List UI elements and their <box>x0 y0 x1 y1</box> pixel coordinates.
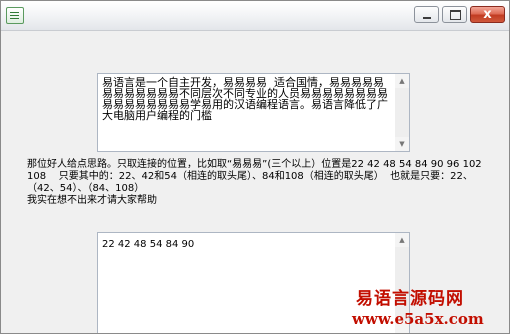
source-text: 易语言是一个自主开发，易易易易 适合国情，易易易易易易易易易易易易不同层次不同专… <box>102 76 388 122</box>
close-icon: x <box>483 7 492 22</box>
scroll-down-arrow-icon[interactable]: ▼ <box>395 137 409 151</box>
minimize-icon <box>423 17 431 19</box>
source-text-scrollbar[interactable]: ▲ ▼ <box>395 74 409 151</box>
maximize-icon <box>450 10 461 20</box>
result-text: 22 42 48 54 84 90 <box>102 239 195 250</box>
scroll-up-arrow-icon[interactable]: ▲ <box>395 233 409 247</box>
instruction-label: 那位好人给点思路。只取连接的位置，比如取“易易易”(三个以上）位置是22 42 … <box>27 159 487 207</box>
app-icon <box>6 7 24 24</box>
scroll-track[interactable] <box>395 88 409 137</box>
watermark-brand: 易语言源码网 <box>356 289 464 309</box>
scroll-up-arrow-icon[interactable]: ▲ <box>395 74 409 88</box>
close-button[interactable]: x <box>470 6 505 23</box>
watermark-url: www.e5a5x.com <box>352 310 484 328</box>
minimize-button[interactable] <box>414 6 439 23</box>
source-text-editbox[interactable]: 易语言是一个自主开发，易易易易 适合国情，易易易易易易易易易易易易不同层次不同专… <box>97 73 410 152</box>
instruction-text: 那位好人给点思路。只取连接的位置，比如取“易易易”(三个以上）位置是22 42 … <box>27 159 482 206</box>
maximize-button[interactable] <box>442 6 467 23</box>
title-bar[interactable]: x <box>1 1 509 31</box>
app-window: x 易语言是一个自主开发，易易易易 适合国情，易易易易易易易易易易易易不同层次不… <box>0 0 510 334</box>
